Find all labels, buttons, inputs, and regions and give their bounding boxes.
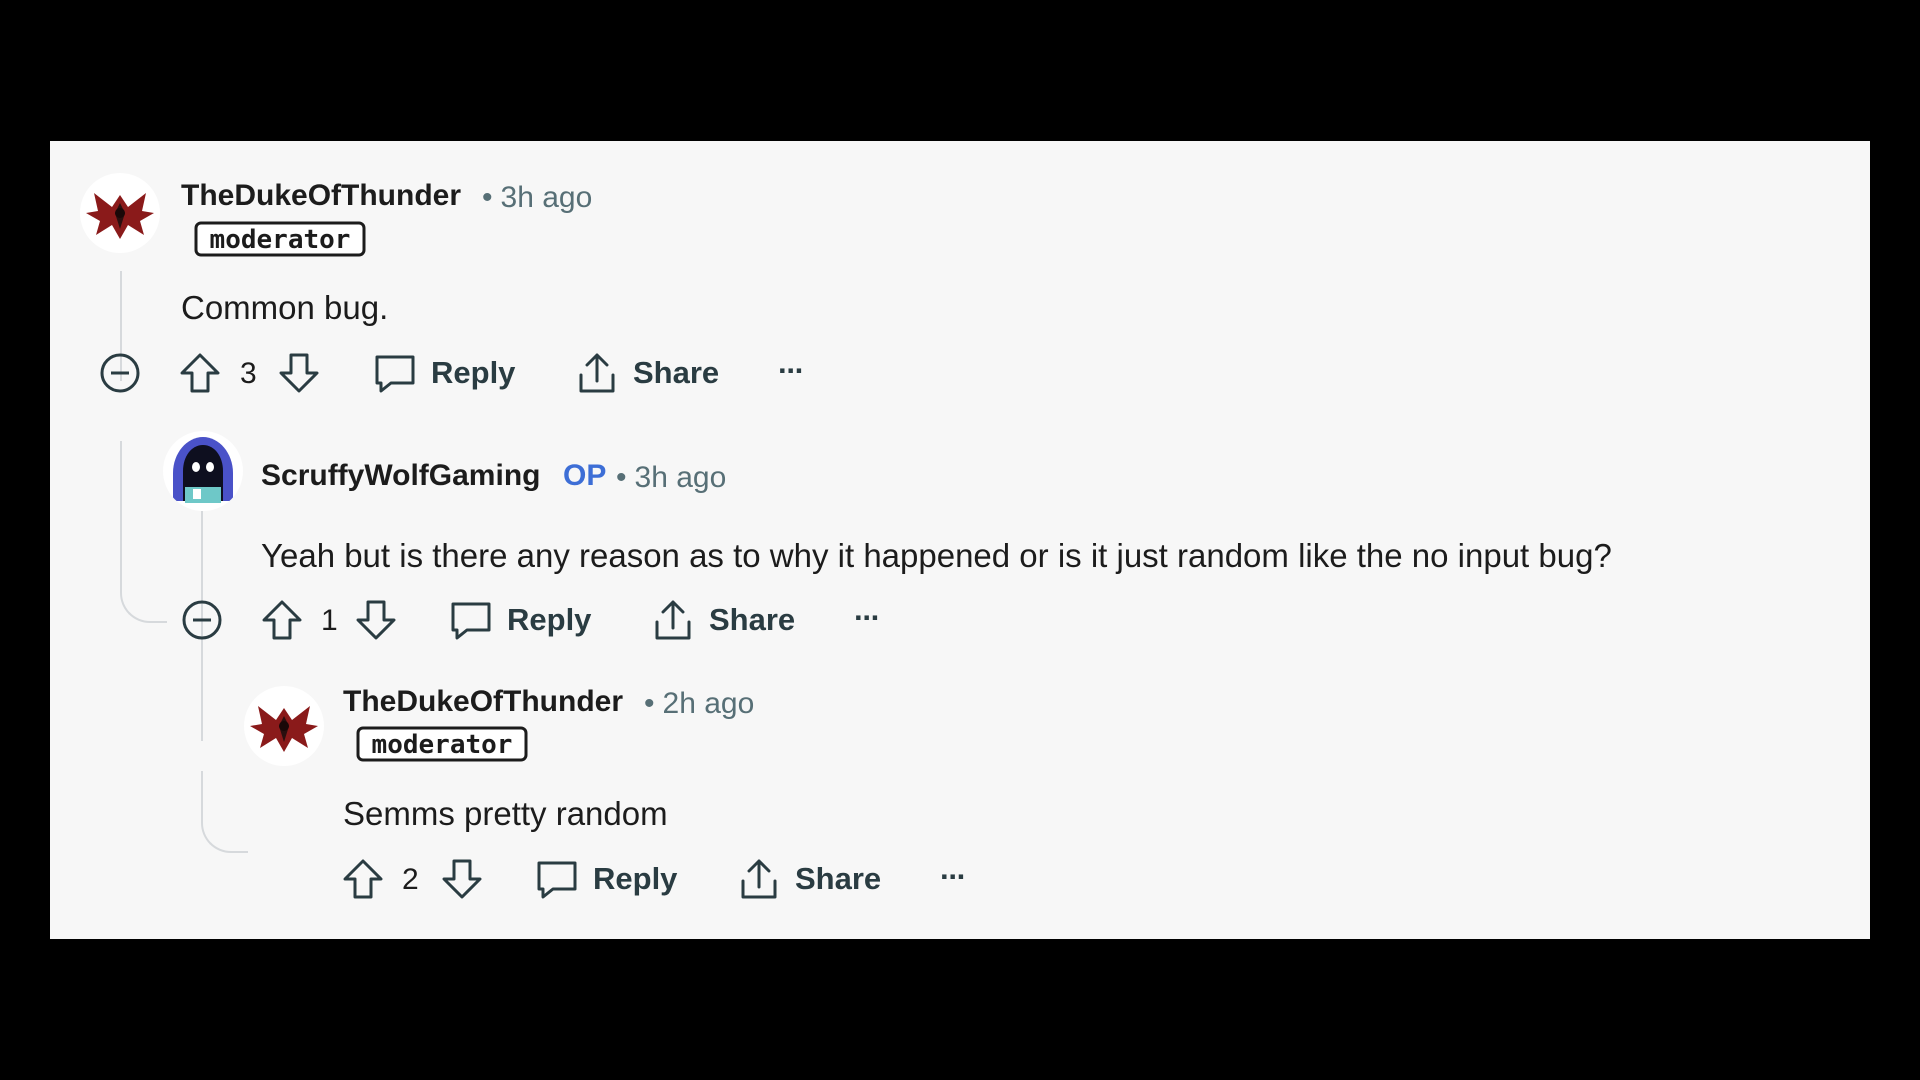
- downvote-icon: [442, 859, 482, 899]
- thread-connector: [201, 771, 248, 853]
- timestamp-text: 2h ago: [662, 687, 755, 720]
- moderator-flair: moderator: [194, 221, 366, 257]
- comment-timestamp: • 3h ago: [482, 181, 593, 214]
- downvote-button[interactable]: [354, 598, 398, 642]
- share-button[interactable]: Share: [737, 857, 881, 901]
- upvote-button[interactable]: [341, 857, 385, 901]
- comment-timestamp: • 3h ago: [616, 461, 727, 494]
- upvote-button[interactable]: [260, 598, 304, 642]
- reply-button[interactable]: Reply: [535, 857, 677, 901]
- flair-text: moderator: [210, 225, 351, 255]
- avatar[interactable]: [80, 173, 160, 253]
- vote-count: 3: [240, 357, 257, 390]
- upvote-icon: [262, 600, 302, 640]
- vote-count: 2: [402, 863, 419, 896]
- vote-count: 1: [321, 604, 338, 637]
- comment-username[interactable]: TheDukeOfThunder: [343, 685, 623, 719]
- share-icon: [579, 353, 615, 393]
- comment-timestamp: • 2h ago: [644, 687, 755, 720]
- reply-label: Reply: [593, 861, 678, 896]
- op-badge: OP: [563, 459, 607, 492]
- more-options-button[interactable]: ···: [854, 600, 881, 636]
- upvote-icon: [343, 859, 383, 899]
- hooded-figure-icon: [163, 431, 243, 511]
- share-button[interactable]: Share: [575, 351, 719, 395]
- share-icon: [741, 859, 777, 899]
- collapse-icon: [182, 600, 222, 640]
- comment-icon: [375, 355, 415, 393]
- downvote-button[interactable]: [277, 351, 321, 395]
- comment-body: Semms pretty random: [343, 795, 668, 832]
- bat-emblem-icon: [244, 686, 324, 766]
- share-label: Share: [795, 861, 882, 896]
- comment-username[interactable]: ScruffyWolfGaming: [261, 459, 540, 493]
- share-button[interactable]: Share: [651, 598, 795, 642]
- avatar[interactable]: [163, 431, 243, 511]
- moderator-flair: moderator: [356, 726, 528, 762]
- upvote-button[interactable]: [178, 351, 222, 395]
- collapse-icon: [100, 353, 140, 393]
- share-label: Share: [633, 355, 720, 390]
- upvote-icon: [180, 353, 220, 393]
- comment-icon: [537, 861, 577, 899]
- downvote-icon: [279, 353, 319, 393]
- collapse-thread-button[interactable]: [98, 351, 142, 395]
- reply-button[interactable]: Reply: [373, 351, 515, 395]
- reply-label: Reply: [431, 355, 516, 390]
- timestamp-text: 3h ago: [500, 181, 593, 214]
- share-label: Share: [709, 602, 796, 637]
- comment-thread-panel: TheDukeOfThunder • 3h ago moderator Commo…: [50, 141, 1870, 939]
- comment-body: Yeah but is there any reason as to why i…: [261, 537, 1612, 574]
- downvote-icon: [356, 600, 396, 640]
- comment-username[interactable]: TheDukeOfThunder: [181, 179, 461, 213]
- reply-label: Reply: [507, 602, 592, 637]
- flair-text: moderator: [372, 730, 513, 760]
- downvote-button[interactable]: [440, 857, 484, 901]
- avatar[interactable]: [244, 686, 324, 766]
- comment-body: Common bug.: [181, 289, 389, 326]
- comment-icon: [451, 602, 491, 640]
- more-options-button[interactable]: ···: [778, 353, 805, 389]
- thread-connector: [120, 441, 167, 623]
- more-options-button[interactable]: ···: [940, 859, 967, 895]
- share-icon: [655, 600, 691, 640]
- collapse-thread-button[interactable]: [180, 598, 224, 642]
- bat-emblem-icon: [80, 173, 160, 253]
- reply-button[interactable]: Reply: [449, 598, 591, 642]
- timestamp-text: 3h ago: [634, 461, 727, 494]
